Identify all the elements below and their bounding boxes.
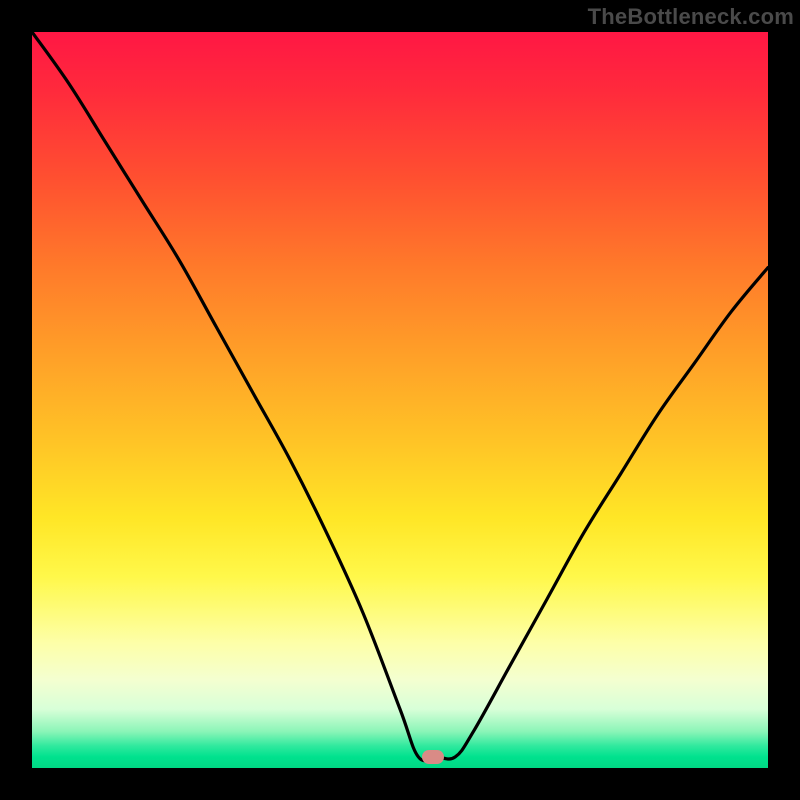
- bottleneck-marker: [422, 750, 444, 764]
- plot-area: [32, 32, 768, 768]
- watermark-text: TheBottleneck.com: [588, 4, 794, 30]
- chart-frame: TheBottleneck.com: [0, 0, 800, 800]
- bottleneck-curve: [32, 32, 768, 768]
